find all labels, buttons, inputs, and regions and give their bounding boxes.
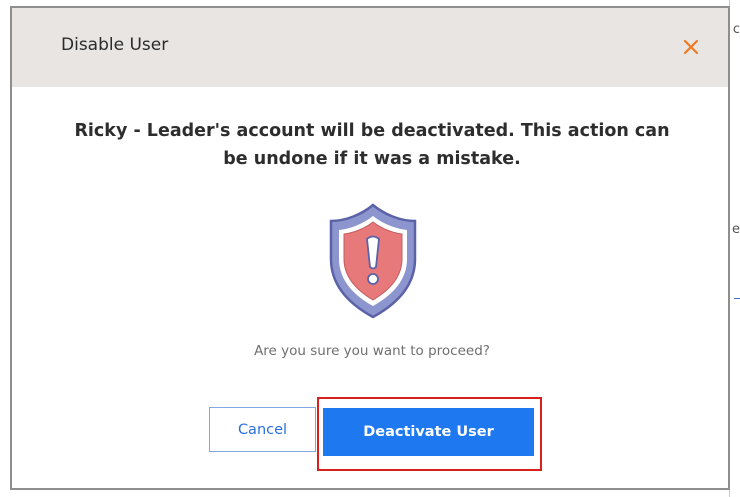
shield-warning-icon [329, 203, 417, 319]
background-text: c [732, 22, 740, 37]
background-page-edge: c e [729, 0, 740, 497]
confirmation-text: Are you sure you want to proceed? [254, 343, 490, 359]
dialog-header: Disable User [12, 8, 728, 87]
deactivate-user-button[interactable]: Deactivate User [323, 408, 534, 456]
close-icon [683, 39, 699, 55]
disable-user-dialog: Disable User Ricky - Leader's account wi… [10, 6, 730, 490]
deactivation-message: Ricky - Leader's account will be deactiv… [74, 121, 670, 169]
background-link-fragment [734, 298, 740, 299]
dialog-title: Disable User [61, 35, 169, 55]
close-button[interactable] [680, 36, 702, 58]
background-text: e [732, 222, 740, 237]
cancel-button[interactable]: Cancel [209, 407, 316, 452]
